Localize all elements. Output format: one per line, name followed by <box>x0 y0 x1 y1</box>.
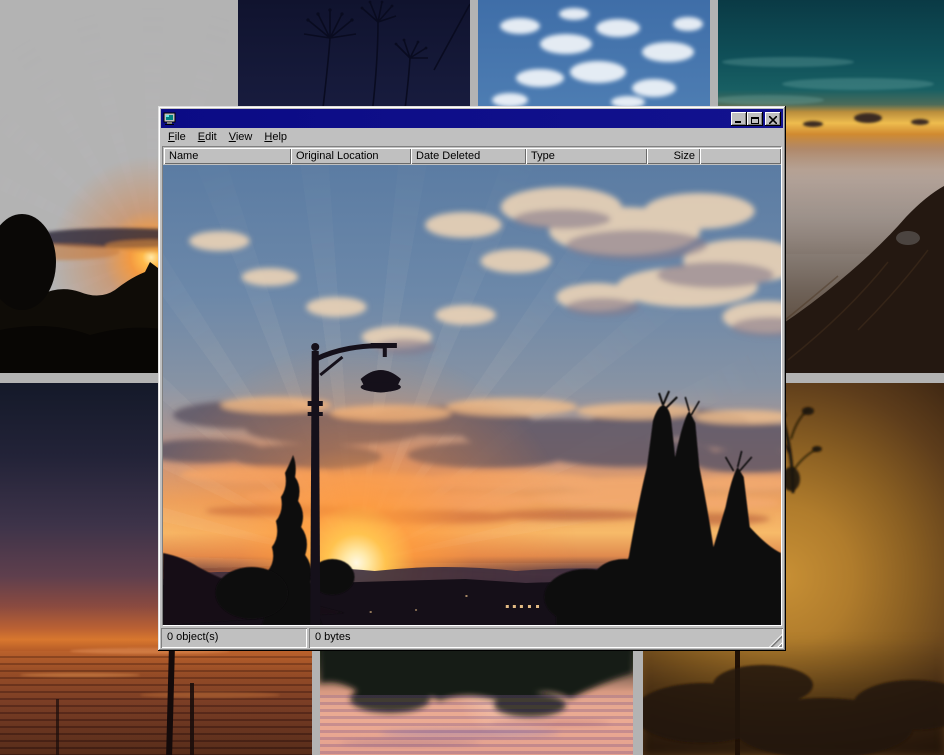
photo-silhouettes <box>163 165 781 625</box>
status-bytes: 0 bytes <box>309 628 783 648</box>
minimize-button[interactable] <box>731 112 747 126</box>
computer-icon[interactable] <box>163 112 178 126</box>
column-header-original-location[interactable]: Original Location <box>291 148 411 164</box>
menu-view[interactable]: View <box>223 129 259 145</box>
folder-background-photo <box>163 165 781 625</box>
menu-file[interactable]: File <box>162 129 192 145</box>
menu-help[interactable]: Help <box>258 129 293 145</box>
minimize-icon <box>735 121 741 123</box>
window-controls <box>731 112 781 126</box>
close-icon <box>769 116 777 124</box>
file-list-view[interactable]: Name Original Location Date Deleted Type… <box>162 146 782 626</box>
close-button[interactable] <box>765 112 781 126</box>
status-objects: 0 object(s) <box>161 628 307 648</box>
menu-bar: File Edit View Help <box>161 128 783 146</box>
pink-ripples <box>320 695 633 755</box>
column-headers: Name Original Location Date Deleted Type… <box>163 147 781 165</box>
window-titlebar[interactable] <box>161 109 783 128</box>
column-header-name[interactable]: Name <box>164 148 291 164</box>
recycle-bin-window: File Edit View Help Name Original Locati… <box>158 106 786 651</box>
column-header-type[interactable]: Type <box>526 148 647 164</box>
menu-edit[interactable]: Edit <box>192 129 223 145</box>
maximize-icon <box>751 117 759 124</box>
column-header-size[interactable]: Size <box>647 148 700 164</box>
status-bar: 0 object(s) 0 bytes <box>161 628 783 648</box>
column-header-filler <box>700 148 781 164</box>
column-header-date-deleted[interactable]: Date Deleted <box>411 148 526 164</box>
maximize-button[interactable] <box>747 112 763 126</box>
